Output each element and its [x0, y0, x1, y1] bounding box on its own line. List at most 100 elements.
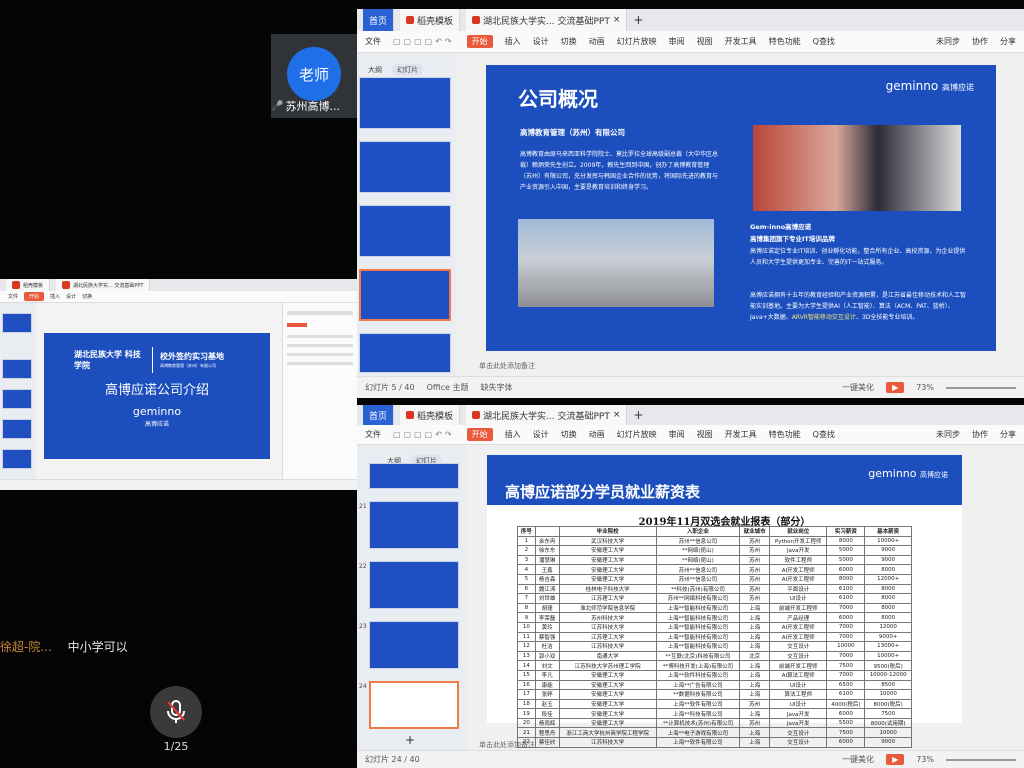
table-cell: 刘文 [534, 660, 560, 671]
table-cell: 上海 [739, 669, 771, 681]
menu-switch-2[interactable]: 切换 [561, 429, 577, 440]
table-row: 9 李荣磊 苏州科技大学 上海**智能科技有限公司 上海 产品经理 6000 8000 [517, 612, 912, 623]
table-row: 8 胡瑾 淮北师范学院信息学院 上海**智能科技有限公司 上海 前端开发工程师 7000 80… [517, 602, 912, 614]
teacher-avatar-label: 老师 [298, 65, 329, 84]
tab-home[interactable]: 首页 [363, 9, 395, 31]
menu-slideshow-2[interactable]: 幻灯片放映 [617, 429, 657, 440]
tab-document-small[interactable]: 湖北民族大学实... 交流基础PPT [56, 279, 151, 291]
menu-file-small[interactable]: 文件 [8, 293, 18, 300]
table-cell: 4 [517, 564, 536, 575]
menu-design-small[interactable]: 设计 [66, 293, 76, 300]
play-button[interactable]: ▶ [886, 382, 905, 393]
search-box-2[interactable]: Q查找 [813, 429, 835, 440]
slide-thumbnail[interactable] [359, 141, 451, 193]
menu-animation[interactable]: 动画 [589, 36, 605, 47]
sync-status-2[interactable]: 未同步 [936, 429, 960, 440]
zoom-slider-2[interactable] [946, 758, 1016, 761]
collab-button[interactable]: 协作 [972, 36, 988, 47]
table-cell: 南通大学 [558, 650, 657, 662]
menu-insert[interactable]: 插入 [505, 36, 521, 47]
menu-switch[interactable]: 切换 [561, 36, 577, 47]
menu-insert-2[interactable]: 插入 [505, 429, 521, 440]
quick-tools[interactable]: ▢▢▢▢↶↷ [393, 37, 455, 46]
table-cell: 7000 [826, 650, 866, 662]
sync-status[interactable]: 未同步 [936, 36, 960, 47]
slides-toggle[interactable]: 幻灯片 [392, 64, 424, 76]
menu-slideshow[interactable]: 幻灯片放映 [617, 36, 657, 47]
menu-design[interactable]: 设计 [533, 36, 549, 47]
slide-thumbnail[interactable] [2, 449, 32, 469]
new-tab-icon[interactable]: + [633, 408, 643, 422]
tab-home-2[interactable]: 首页 [363, 405, 395, 425]
menu-start-small[interactable]: 开始 [24, 292, 45, 301]
menu-file[interactable]: 文件 [365, 36, 381, 47]
menu-switch-small[interactable]: 切换 [82, 293, 92, 300]
tab-template-small[interactable]: 稻壳模板 [6, 279, 51, 291]
slide-thumbnail[interactable] [359, 205, 451, 257]
search-box[interactable]: Q查找 [813, 36, 835, 47]
slide-thumbnail[interactable] [2, 389, 32, 409]
table-cell: 3 [517, 554, 536, 566]
tab-document-2[interactable]: 湖北民族大学实... 交流基础PPT × [466, 405, 628, 425]
table-cell: 前端开发工程师 [769, 660, 828, 671]
add-slide-icon[interactable]: + [405, 733, 415, 747]
slide-thumbnail-selected[interactable] [369, 681, 459, 729]
menu-view[interactable]: 视图 [697, 36, 713, 47]
table-cell: 上海 [739, 679, 771, 691]
beautify-button[interactable]: 一键美化 [842, 382, 874, 393]
menu-start[interactable]: 开始 [466, 35, 493, 48]
menu-file-2[interactable]: 文件 [365, 429, 381, 440]
slide-thumbnail[interactable] [369, 621, 459, 669]
table-cell: 12 [517, 641, 536, 652]
missing-font[interactable]: 缺失字体 [481, 382, 513, 393]
zoom-slider[interactable] [946, 386, 1016, 389]
menu-start-2[interactable]: 开始 [466, 428, 493, 441]
table-cell: 7000 [826, 602, 866, 614]
menu-review-2[interactable]: 审阅 [669, 429, 685, 440]
mic-mute-button[interactable] [150, 686, 202, 738]
notes-bar-2[interactable]: 单击此处添加备注 [467, 740, 1024, 750]
table-cell: 上海 [739, 727, 771, 739]
share-button[interactable]: 分享 [1000, 36, 1016, 47]
menu-animation-2[interactable]: 动画 [589, 429, 605, 440]
table-row: 7 刘世雄 江苏理工大学 苏州**网络科技有限公司 苏州 UI设计 6100 8000 [517, 593, 912, 604]
zoom-level-2[interactable]: 73% [916, 755, 934, 764]
slide-thumbnail[interactable] [2, 419, 32, 439]
tab-template-2[interactable]: 稻壳模板 [400, 405, 461, 425]
beautify-button-2[interactable]: 一键美化 [842, 754, 874, 765]
collab-button-2[interactable]: 协作 [972, 429, 988, 440]
menu-special-2[interactable]: 特色功能 [769, 429, 801, 440]
menu-special[interactable]: 特色功能 [769, 36, 801, 47]
quick-tools-2[interactable]: ▢▢▢▢↶↷ [393, 430, 455, 439]
menu-view-2[interactable]: 视图 [697, 429, 713, 440]
close-icon[interactable]: × [613, 15, 621, 25]
menu-review[interactable]: 审阅 [669, 36, 685, 47]
notes-bar[interactable]: 单击此处添加备注 [457, 361, 1024, 376]
share-button-2[interactable]: 分享 [1000, 429, 1016, 440]
menu-dev-2[interactable]: 开发工具 [725, 429, 757, 440]
new-tab-icon[interactable]: + [633, 13, 643, 27]
tab-template[interactable]: 稻壳模板 [400, 9, 461, 31]
outline-toggle[interactable]: 大纲 [363, 64, 387, 76]
table-row: 15 李凡 安徽理工大学 上海**软件科技有限公司 上海 AI算法工程师 7000 10000… [517, 669, 912, 681]
slide-thumbnail[interactable] [369, 463, 459, 489]
slide-thumbnail-selected[interactable] [359, 269, 451, 321]
close-icon[interactable]: × [613, 410, 621, 420]
slide-thumbnail[interactable] [369, 561, 459, 609]
slide-thumbnail[interactable] [369, 501, 459, 549]
table-row: 5 杨吉森 安徽理工大学 苏州**信息公司 苏州 AI开发工程师 8000 12000+ [517, 573, 912, 585]
play-button-2[interactable]: ▶ [886, 754, 905, 765]
menu-dev[interactable]: 开发工具 [725, 36, 757, 47]
table-cell: 上海 [739, 641, 771, 652]
slide-thumbnail[interactable] [2, 313, 32, 333]
menu-insert-small[interactable]: 插入 [50, 293, 60, 300]
table-cell: 9000 [864, 545, 912, 556]
tab-document[interactable]: 湖北民族大学实... 交流基础PPT × [466, 9, 628, 31]
slide-thumbnail[interactable] [359, 333, 451, 373]
menu-design-2[interactable]: 设计 [533, 429, 549, 440]
zoom-level[interactable]: 73% [916, 383, 934, 392]
teacher-name: 苏州高博... [285, 100, 340, 113]
slide-thumbnail[interactable] [2, 359, 32, 379]
slide-thumbnail[interactable] [359, 77, 451, 129]
table-row: 10 黄玲 江苏科技大学 上海**智能科技有限公司 上海 AI开发工程师 7000 12000 [517, 621, 912, 633]
